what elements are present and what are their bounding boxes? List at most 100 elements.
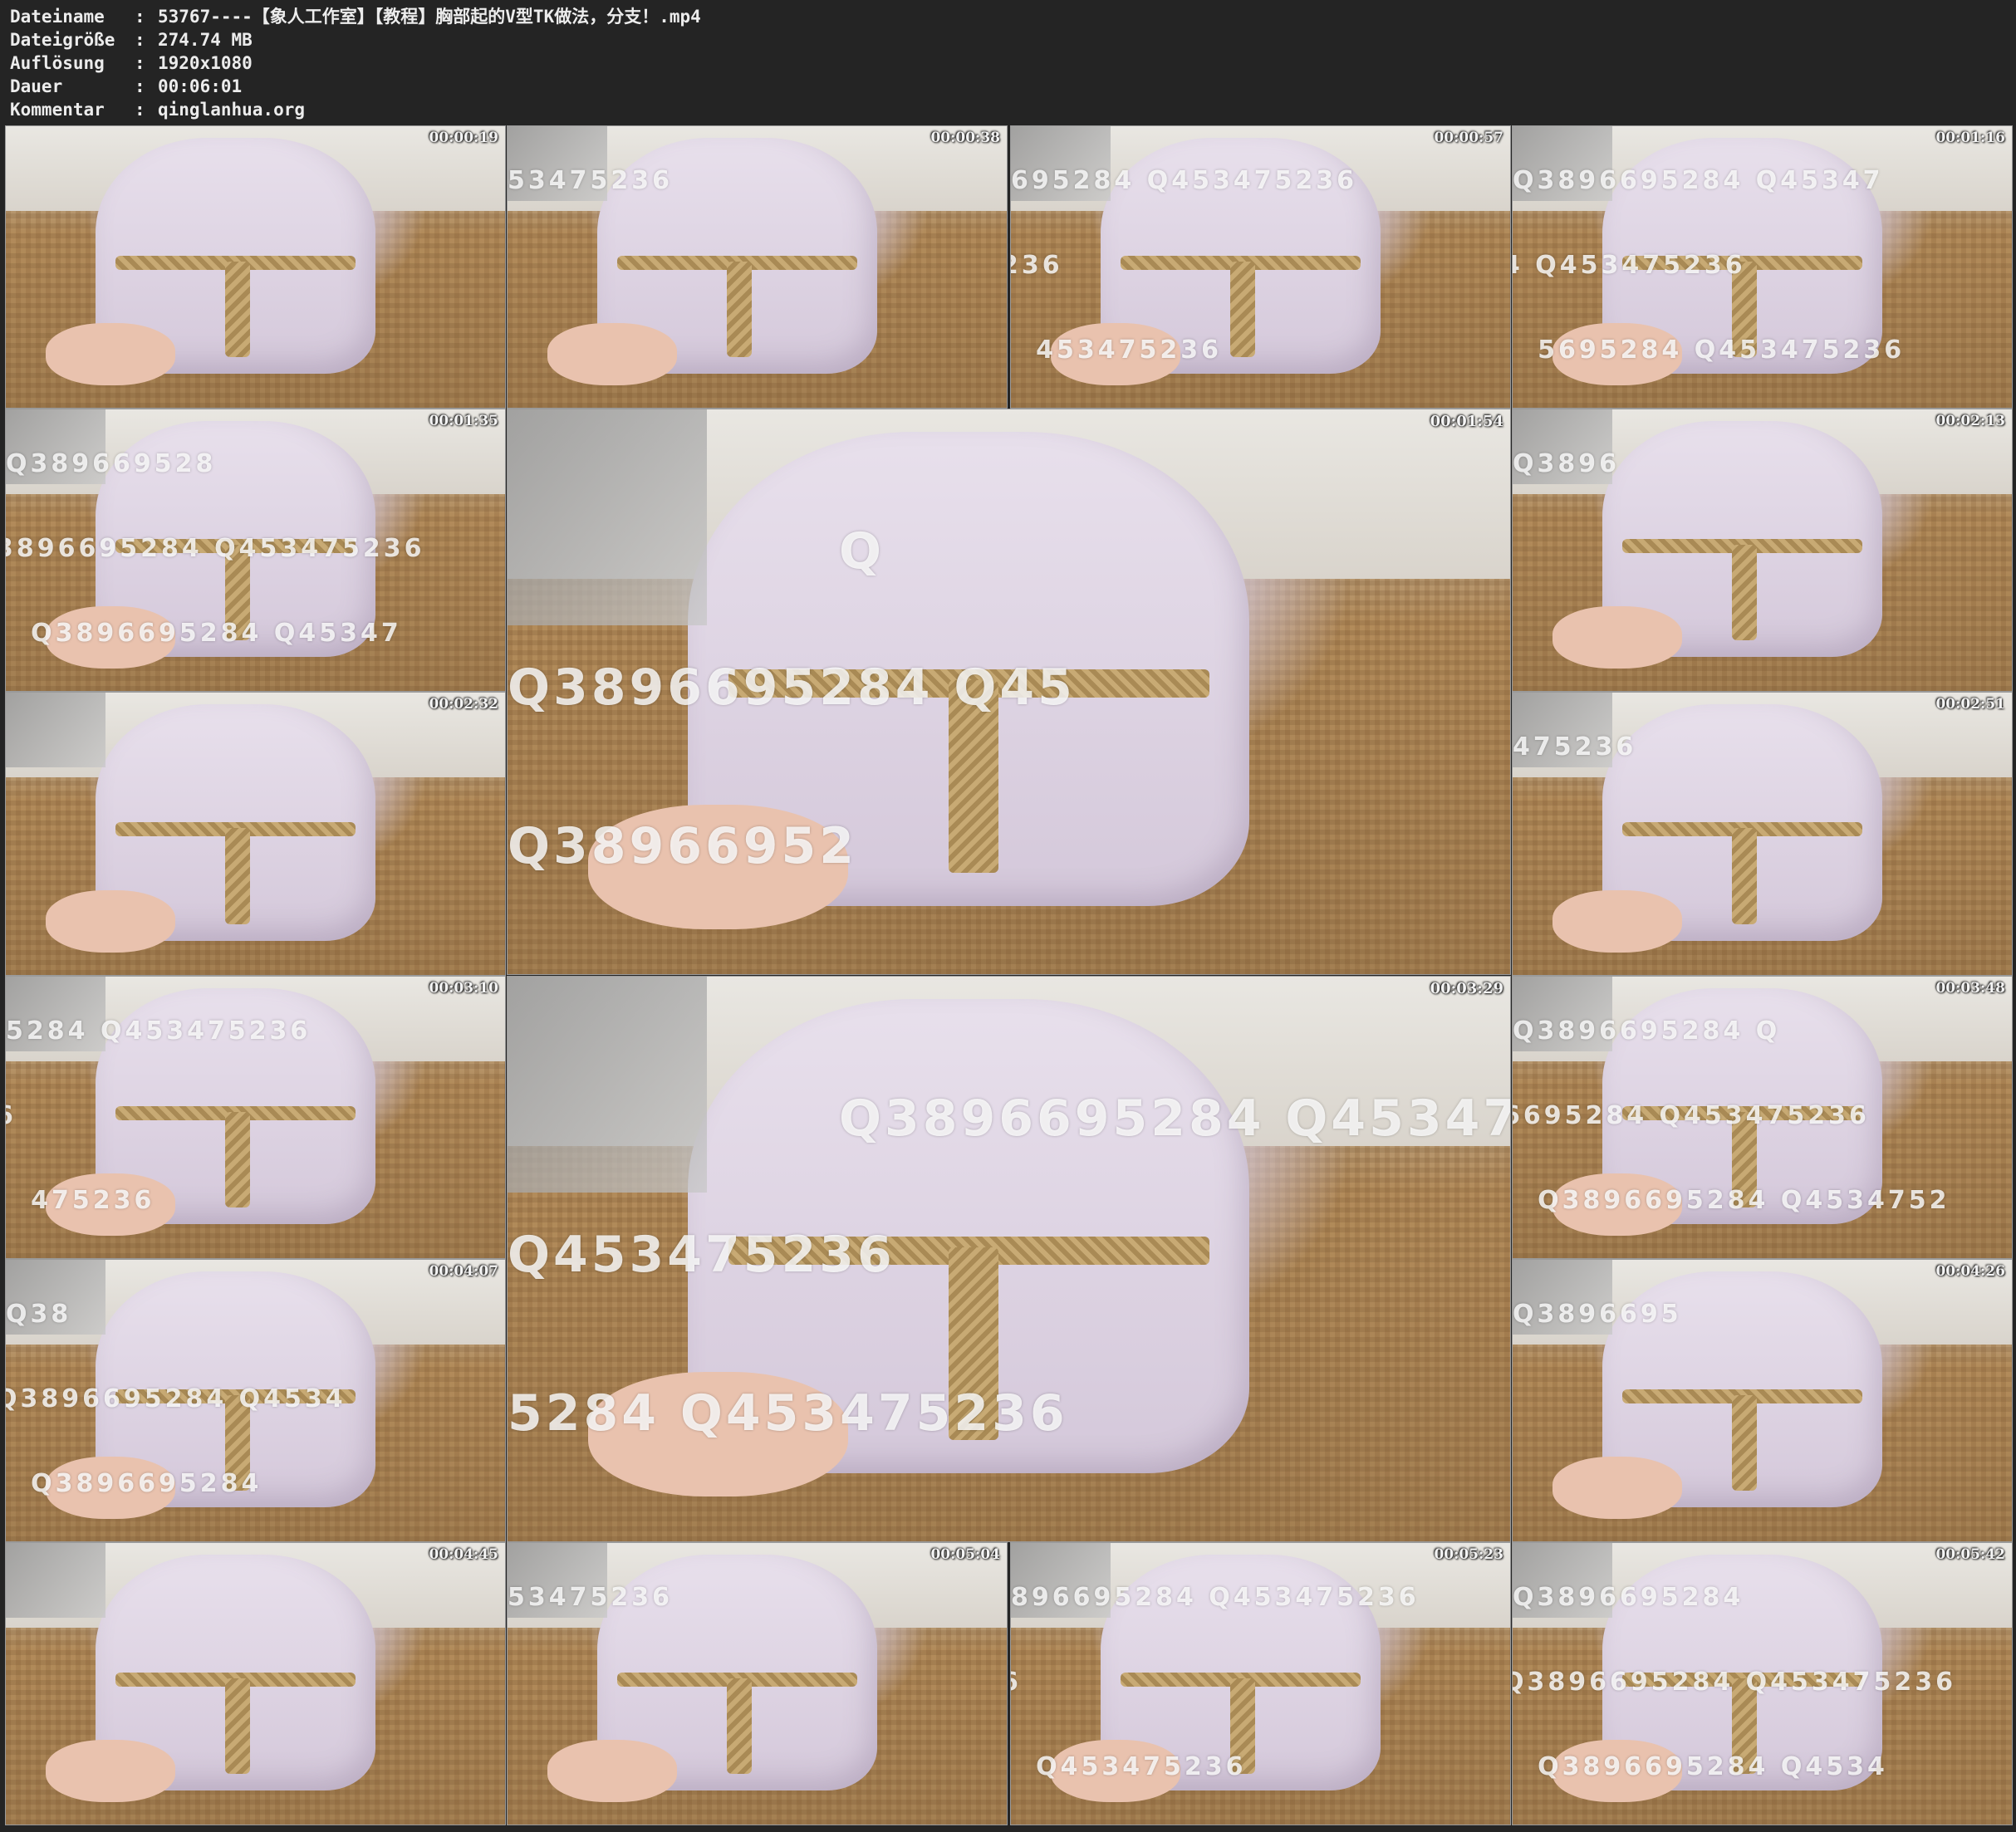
rope-vertical	[225, 828, 251, 924]
watermark-text: Q3896695284 Q45	[508, 659, 1076, 718]
blurred-logo-area	[6, 1543, 105, 1618]
info-row-duration: Dauer:00:06:01	[10, 75, 701, 98]
video-thumbnail: 00:02:32	[5, 692, 506, 976]
rope-vertical	[1230, 261, 1256, 357]
watermark-text: 475236	[31, 1186, 155, 1216]
timestamp-label: 00:01:54	[1430, 413, 1503, 430]
watermark-text: 236	[1011, 251, 1063, 281]
watermark-text: Q3896695284 Q4534	[1538, 1752, 1888, 1782]
info-value: 53767----【象人工作室】【教程】胸部起的V型TK做法，分支！.mp4	[158, 7, 701, 27]
watermark-text: 3896695284 Q453475236	[5, 534, 425, 564]
watermark-text: Q453475236	[508, 1226, 895, 1285]
info-separator: :	[135, 76, 145, 96]
watermark-text: Q3896695284 Q45347	[31, 619, 402, 649]
watermark-text: 53475236	[508, 1582, 673, 1612]
rope-vertical	[1732, 828, 1758, 924]
info-label: Dateigröße	[10, 30, 115, 50]
hand	[547, 323, 678, 385]
info-value: 00:06:01	[158, 76, 243, 96]
video-thumbnail: Q38 Q3896695284 Q4534 Q3896695284 00:04:07	[5, 1259, 506, 1542]
watermark-text: Q3896695284 Q4534	[5, 1384, 346, 1414]
rope-vertical	[727, 261, 753, 357]
hand	[1552, 890, 1683, 953]
timestamp-label: 00:02:51	[1935, 696, 2005, 713]
hand	[46, 890, 176, 953]
rope-vertical	[1732, 1394, 1758, 1491]
video-thumbnail: 00:04:45	[5, 1542, 506, 1825]
watermark-text: 453475236	[1036, 336, 1223, 365]
watermark-text: 5695284 Q453475236	[1538, 336, 1906, 365]
video-thumbnail: 695284 Q453475236 236 453475236 00:00:57	[1010, 125, 1511, 409]
info-separator: :	[135, 30, 145, 50]
hand	[1552, 1457, 1683, 1519]
watermark-text: Q3896	[1513, 448, 1620, 478]
timestamp-label: 00:00:38	[930, 130, 1000, 146]
info-value: 274.74 MB	[158, 30, 253, 50]
blurred-logo-area	[508, 409, 707, 625]
watermark-text: 5284 Q453475236	[6, 1016, 311, 1046]
video-thumbnail: Q3896695284 Q3896695284 Q453475236 Q389669…	[1512, 1542, 2013, 1825]
watermark-text: Q3896695284 Q4534752	[1538, 1186, 1950, 1216]
timestamp-label: 00:03:29	[1430, 980, 1503, 997]
watermark-text: Q453475236	[1036, 1752, 1247, 1782]
info-label: Auflösung	[10, 53, 105, 73]
rope-vertical	[727, 1678, 753, 1774]
video-thumbnail: Q3896695284 Q45347523 Q453475236 5284 Q453…	[507, 976, 1511, 1542]
video-thumbnail: 00:00:19	[5, 125, 506, 409]
info-label: Kommentar	[10, 100, 105, 120]
watermark-text: 896695284 Q453475236	[1011, 1582, 1420, 1612]
hand	[1552, 606, 1683, 669]
rope-vertical	[1732, 544, 1758, 640]
timestamp-label: 00:04:26	[1935, 1263, 2005, 1280]
timestamp-label: 00:00:57	[1434, 130, 1503, 146]
watermark-text: 53475236	[508, 165, 673, 195]
watermark-text: Q389669528	[6, 448, 217, 478]
watermark-text: Q3896695	[1513, 1299, 1682, 1329]
info-row-resolution: Auflösung:1920x1080	[10, 51, 701, 75]
hand	[46, 1740, 176, 1802]
watermark-text: 6	[1011, 1668, 1022, 1697]
watermark-text: Q	[838, 522, 885, 581]
timestamp-label: 00:03:10	[429, 980, 498, 997]
watermark-text: 4 Q453475236	[1512, 251, 1746, 281]
info-separator: :	[135, 7, 145, 27]
info-row-filesize: Dateigröße:274.74 MB	[10, 28, 701, 51]
blurred-logo-area	[6, 693, 105, 767]
rope-vertical	[225, 261, 251, 357]
timestamp-label: 00:03:48	[1935, 980, 2005, 997]
info-row-filename: Dateiname:53767----【象人工作室】【教程】胸部起的V型TK做法…	[10, 5, 701, 28]
video-thumbnail: Q389669528 3896695284 Q453475236 Q38966952…	[5, 409, 506, 692]
video-thumbnail: 896695284 Q453475236 6 Q453475236 00:05:23	[1010, 1542, 1511, 1825]
info-label: Dauer	[10, 76, 63, 96]
video-thumbnail: 53475236 00:00:38	[507, 125, 1008, 409]
hand	[46, 323, 176, 385]
info-value: 1920x1080	[158, 53, 253, 73]
video-thumbnail: 5284 Q453475236 6 475236 00:03:10	[5, 976, 506, 1259]
watermark-text: Q38966952	[508, 817, 857, 876]
watermark-text: Q38	[6, 1299, 72, 1329]
info-row-comment: Kommentar: qinglanhua.org	[10, 98, 701, 121]
info-separator: :	[135, 53, 145, 73]
timestamp-label: 00:01:35	[429, 413, 498, 429]
video-thumbnail: Q3896695 00:04:26	[1512, 1259, 2013, 1542]
rope-vertical	[225, 1111, 251, 1207]
timestamp-label: 00:04:45	[429, 1546, 498, 1563]
watermark-text: Q3896695284 Q45347	[1513, 165, 1884, 195]
hand	[547, 1740, 678, 1802]
watermark-text: Q3896695284	[31, 1469, 262, 1499]
watermark-text: Q3896695284	[1513, 1582, 1744, 1612]
timestamp-label: 00:00:19	[429, 130, 498, 146]
info-separator: :	[135, 100, 145, 120]
blurred-logo-area	[508, 977, 707, 1193]
rope-vertical	[225, 1678, 251, 1774]
timestamp-label: 00:05:04	[930, 1546, 1000, 1563]
watermark-text: 695284 Q453475236	[1011, 165, 1358, 195]
video-thumbnail: Q3896695284 Q45347 4 Q453475236 5695284 Q4…	[1512, 125, 2013, 409]
watermark-text: Q3896695284 Q	[1513, 1016, 1781, 1046]
video-thumbnail: Q Q3896695284 Q45 Q38966952 00:01:54	[507, 409, 1511, 975]
video-thumbnail: Q3896 00:02:13	[1512, 409, 2013, 692]
watermark-text: 6695284 Q453475236	[1512, 1101, 1870, 1131]
info-value: qinglanhua.org	[158, 100, 306, 120]
timestamp-label: 00:01:16	[1935, 130, 2005, 146]
file-info-header: Dateiname:53767----【象人工作室】【教程】胸部起的V型TK做法…	[10, 5, 701, 121]
